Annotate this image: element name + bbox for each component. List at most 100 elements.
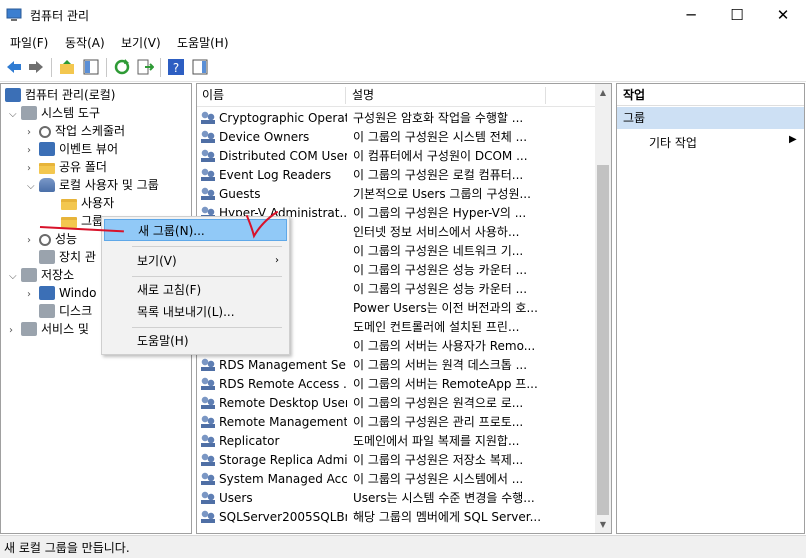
group-name-cell: Users	[201, 489, 347, 508]
group-icon	[201, 149, 215, 162]
group-icon	[201, 168, 215, 181]
more-actions-item[interactable]: 기타 작업	[649, 134, 697, 151]
table-row[interactable]: Remote Management... 이 그룹의 구성원은 관리 프로토...	[197, 413, 595, 432]
chevron-right-icon[interactable]: ›	[27, 286, 39, 304]
group-description: 이 그룹의 구성원은 원격으로 로...	[353, 396, 524, 410]
table-row[interactable]: SQLServer2005SQLBr... 해당 그룹의 멤버에게 SQL Ser…	[197, 508, 595, 527]
table-row[interactable]: Remote Desktop Users 이 그룹의 구성원은 원격으로 로...	[197, 394, 595, 413]
group-icon	[201, 434, 215, 447]
group-name-cell: RDS Management Se...	[201, 356, 347, 375]
scroll-down-icon[interactable]: ▼	[595, 516, 611, 533]
column-header-description[interactable]: 설명	[347, 84, 545, 106]
chevron-down-icon[interactable]: ⌵	[9, 268, 21, 286]
menu-help[interactable]: 도움말(H)	[177, 34, 229, 51]
table-row[interactable]: Guests 기본적으로 Users 그룹의 구성원...	[197, 185, 595, 204]
column-divider[interactable]	[345, 87, 346, 104]
group-icon	[201, 472, 215, 485]
group-description: 이 그룹의 구성원은 시스템 전체 ...	[353, 130, 528, 144]
chevron-down-icon[interactable]: ⌵	[9, 106, 21, 124]
menu-view[interactable]: 보기(V)	[121, 34, 161, 51]
group-icon	[201, 187, 215, 200]
table-row[interactable]: Storage Replica Admi... 이 그룹의 구성원은 저장소 복제…	[197, 451, 595, 470]
table-row[interactable]: Event Log Readers 이 그룹의 구성원은 로컬 컴퓨터...	[197, 166, 595, 185]
group-icon	[201, 358, 215, 371]
group-icon	[201, 130, 215, 143]
refresh-icon[interactable]	[113, 58, 131, 76]
group-name-cell: Replicator	[201, 432, 347, 451]
group-icon	[201, 396, 215, 409]
group-description: Users는 시스템 수준 변경을 수행...	[353, 491, 535, 505]
tree-item-shared-folders[interactable]: › 공유 폴더	[27, 158, 107, 176]
menu-file[interactable]: 파일(F)	[10, 34, 48, 51]
back-icon[interactable]	[5, 58, 23, 76]
column-divider[interactable]	[545, 87, 546, 104]
forward-icon[interactable]	[27, 58, 45, 76]
toolbar: ?	[0, 53, 806, 82]
show-hide-tree-icon[interactable]	[82, 58, 100, 76]
tree-item-root[interactable]: 컴퓨터 관리(로컬)	[5, 86, 115, 104]
window-title: 컴퓨터 관리	[30, 9, 90, 23]
menu-action[interactable]: 동작(A)	[65, 34, 105, 51]
export-list-icon[interactable]	[136, 58, 154, 76]
system-tools-icon	[21, 106, 37, 120]
scrollbar-thumb[interactable]	[597, 165, 609, 515]
tree-item-services[interactable]: › 서비스 및	[9, 320, 89, 338]
users-icon	[39, 178, 55, 192]
maximize-button[interactable]: ☐	[714, 0, 760, 31]
title-bar: 컴퓨터 관리 ─ ☐ ✕	[0, 0, 806, 31]
toolbar-separator	[106, 58, 107, 77]
tree-item-label: 로컬 사용자 및 그룹	[59, 178, 159, 192]
tree-item-performance[interactable]: › 성능	[27, 230, 77, 248]
tree-item-label: 컴퓨터 관리(로컬)	[25, 88, 116, 102]
menu-item-export-list[interactable]: 목록 내보내기(L)...	[104, 301, 287, 323]
group-description: Power Users는 이전 버전과의 호...	[353, 301, 538, 315]
group-icon	[201, 453, 215, 466]
chevron-right-icon[interactable]: ›	[27, 232, 39, 250]
tree-item-windows-backup[interactable]: › Windo	[27, 284, 97, 302]
group-name-cell: Remote Management...	[201, 413, 347, 432]
tree-item-task-scheduler[interactable]: › 작업 스케줄러	[27, 122, 125, 140]
menu-item-help[interactable]: 도움말(H)	[104, 330, 287, 352]
up-folder-icon[interactable]	[58, 58, 76, 76]
tree-item-system-tools[interactable]: ⌵ 시스템 도구	[9, 104, 100, 122]
table-row[interactable]: Replicator 도메인에서 파일 복제를 지원합...	[197, 432, 595, 451]
tree-item-users[interactable]: 사용자	[61, 194, 114, 212]
group-name: System Managed Acc...	[219, 472, 347, 486]
group-description: 이 그룹의 구성원은 Hyper-V의 ...	[353, 206, 527, 220]
table-row[interactable]: System Managed Acc... 이 그룹의 구성원은 시스템에서 ..…	[197, 470, 595, 489]
scroll-up-icon[interactable]: ▲	[595, 84, 611, 101]
group-name-cell: Remote Desktop Users	[201, 394, 347, 413]
close-button[interactable]: ✕	[760, 0, 806, 31]
table-row[interactable]: RDS Remote Access ... 이 그룹의 서버는 RemoteApp…	[197, 375, 595, 394]
table-row[interactable]: Users Users는 시스템 수준 변경을 수행...	[197, 489, 595, 508]
group-description: 이 그룹의 구성원은 성능 카운터 ...	[353, 282, 528, 296]
actions-section-groups[interactable]: 그룹	[617, 107, 804, 129]
group-description: 이 그룹의 서버는 원격 데스크톱 ...	[353, 358, 528, 372]
minimize-button[interactable]: ─	[668, 0, 714, 31]
tree-item-local-users-groups[interactable]: ⌵ 로컬 사용자 및 그룹	[27, 176, 159, 194]
table-row[interactable]: Cryptographic Operat... 구성원은 암호화 작업을 수행할 …	[197, 109, 595, 128]
chevron-down-icon[interactable]: ⌵	[27, 178, 39, 196]
group-name-cell: Device Owners	[201, 128, 347, 147]
group-icon	[201, 415, 215, 428]
table-row[interactable]: Distributed COM Users 이 컴퓨터에서 구성원이 DCOM .…	[197, 147, 595, 166]
menu-item-view[interactable]: 보기(V) ›	[104, 250, 287, 272]
show-hide-action-pane-icon[interactable]	[191, 58, 209, 76]
tree-item-event-viewer[interactable]: › 이벤트 뷰어	[27, 140, 118, 158]
table-row[interactable]: RDS Management Se... 이 그룹의 서버는 원격 데스크톱 ..…	[197, 356, 595, 375]
column-header-name[interactable]: 이름	[197, 84, 345, 106]
vertical-scrollbar[interactable]: ▲ ▼	[595, 84, 611, 533]
group-description: 이 그룹의 서버는 사용자가 Remo...	[353, 339, 536, 353]
tree-item-device-manager[interactable]: 장치 관	[39, 248, 96, 266]
group-name: Event Log Readers	[219, 168, 332, 182]
tree-item-storage[interactable]: ⌵ 저장소	[9, 266, 74, 284]
group-description: 이 그룹의 구성원은 네트워크 기...	[353, 244, 524, 258]
status-bar: 새 로컬 그룹을 만듭니다.	[0, 535, 806, 558]
chevron-right-icon[interactable]: ›	[9, 322, 21, 340]
group-description: 이 그룹의 구성원은 로컬 컴퓨터...	[353, 168, 524, 182]
table-row[interactable]: Device Owners 이 그룹의 구성원은 시스템 전체 ...	[197, 128, 595, 147]
help-icon[interactable]: ?	[167, 58, 185, 76]
group-name: Storage Replica Admi...	[219, 453, 347, 467]
tree-item-disk-management[interactable]: 디스크	[39, 302, 92, 320]
menu-item-refresh[interactable]: 새로 고침(F)	[104, 279, 287, 301]
